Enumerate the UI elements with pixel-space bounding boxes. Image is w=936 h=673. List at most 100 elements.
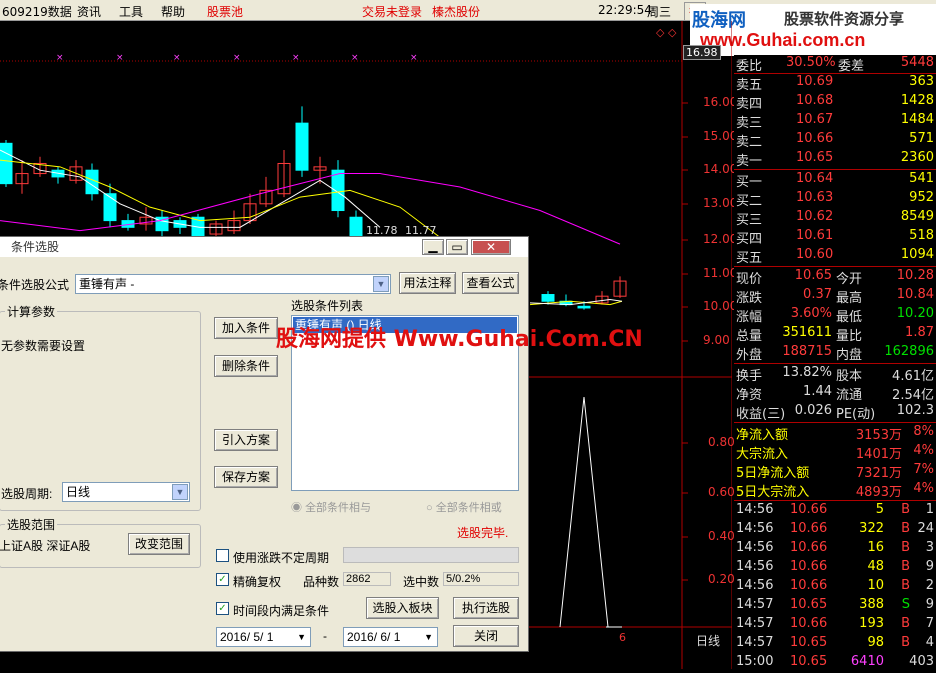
close-button[interactable]: 关闭 (453, 625, 519, 647)
delete-condition-button[interactable]: 删除条件 (214, 355, 278, 377)
tick-row: 14:57 10.66 193 B 7 (734, 616, 936, 634)
bottom-num: 6 (619, 631, 626, 644)
candle-down (103, 193, 117, 222)
save-scheme-button[interactable]: 保存方案 (214, 466, 278, 488)
formula-select[interactable]: 重锤有声 - ▼ (75, 274, 391, 294)
tick-count: 2 (925, 578, 934, 593)
radio-all-and[interactable]: ◉ 全部条件相与 (291, 499, 371, 515)
ask-price: 10.69 (796, 74, 834, 89)
stat-label: 涨跌 (736, 291, 763, 306)
top-marker: × (292, 53, 300, 63)
tick-volume: 388 (859, 597, 884, 612)
stat-label-2: 最高 (836, 291, 863, 306)
tick-side: B (901, 635, 910, 650)
ask-volume: 571 (909, 131, 934, 146)
tick-row: 14:57 10.65 388 S 9 (734, 597, 936, 615)
period-satisfy-checkbox[interactable]: ✓ (216, 602, 229, 615)
top-marker: × (351, 53, 359, 63)
bid-volume: 1094 (900, 247, 934, 262)
stat-value-2: 1.87 (905, 325, 934, 340)
change-range-button[interactable]: 改变范围 (128, 533, 190, 555)
flow-value: 3153万 (855, 428, 902, 443)
radio-all-or[interactable]: ○ 全部条件相或 (426, 499, 502, 515)
menu-item-stock-pool[interactable]: 股票池 (207, 3, 243, 20)
ask-label: 卖二 (736, 135, 763, 150)
date-from-input[interactable]: 2016/ 5/ 1 ▼ (216, 627, 311, 647)
menu-item-info[interactable]: 资讯 (77, 3, 101, 20)
tick-count: 9 (925, 597, 934, 612)
menu-item-tools[interactable]: 工具 (119, 3, 143, 20)
stock-name: 榛杰股份 (432, 5, 481, 19)
bid-volume: 952 (909, 190, 934, 205)
watermark-center: 股海网提供 Www.Guhai.Com.CN (276, 327, 643, 352)
stat-value-2: 162896 (884, 344, 934, 359)
top-marker: × (410, 53, 418, 63)
tick-row: 14:56 10.66 5 B 1 (734, 502, 936, 520)
stat-label-2: 流通 (836, 388, 863, 403)
ask-label: 卖四 (736, 97, 763, 112)
condition-select-dialog[interactable]: 条件选股 ▁ ▭ ✕ 条件选股公式 重锤有声 - ▼ 用法注释 查看公式 计算参… (0, 236, 529, 652)
bid-row: 买二 10.63 952 (734, 190, 936, 209)
trade-status[interactable]: 交易未登录 (362, 3, 422, 20)
stat-label: 外盘 (736, 348, 763, 363)
candle-down (331, 169, 345, 212)
tick-time: 14:56 (736, 559, 774, 574)
period-label[interactable]: 日线 (696, 632, 720, 649)
run-select-button[interactable]: 执行选股 (453, 597, 519, 619)
bid-price: 10.61 (796, 228, 834, 243)
period-select[interactable]: 日线 ▼ (62, 482, 190, 502)
stat-row: 总量 351611 量比 1.87 (734, 325, 936, 344)
stat-label-2: PE(动) (836, 407, 876, 422)
chevron-down-icon: ▼ (172, 484, 188, 500)
to-board-button[interactable]: 选股入板块 (366, 597, 439, 619)
bid-volume: 541 (909, 171, 934, 186)
usage-notes-button[interactable]: 用法注释 (399, 272, 456, 294)
view-formula-button[interactable]: 查看公式 (462, 272, 519, 294)
precise-checkbox[interactable]: ✓ (216, 573, 229, 586)
stat-label: 收益(三) (736, 407, 786, 422)
stat-label-2: 最低 (836, 310, 863, 325)
date-to-input[interactable]: 2016/ 6/ 1 ▼ (343, 627, 438, 647)
tick-volume: 48 (867, 559, 884, 574)
flow-label: 净流入额 (736, 428, 789, 443)
ask-volume: 2360 (900, 150, 934, 165)
menu-item-help[interactable]: 帮助 (161, 3, 185, 20)
tick-price: 10.66 (790, 521, 828, 536)
tick-row: 14:56 10.66 10 B 2 (734, 578, 936, 596)
wei-label: 委比 (736, 59, 763, 74)
tick-side: S (901, 597, 910, 612)
tick-side: B (901, 578, 910, 593)
progress-bar (343, 547, 519, 563)
radio-all-or-label: 全部条件相或 (435, 502, 502, 514)
tick-row: 15:00 10.65 6410 403 (734, 654, 936, 672)
bid-volume: 8549 (900, 209, 934, 224)
stat-row: 涨幅 3.60% 最低 10.20 (734, 306, 936, 325)
candle-down (0, 142, 13, 185)
stat-value: 0.37 (803, 287, 832, 302)
wei-ratio: 30.50% (786, 55, 836, 70)
tick-volume: 322 (859, 521, 884, 536)
ma5-line (0, 149, 381, 228)
tick-price: 10.66 (790, 578, 828, 593)
tick-time: 14:56 (736, 502, 774, 517)
selected-label: 选中数 (403, 575, 440, 589)
stat-label-2: 股本 (836, 369, 863, 384)
flow-pct: 8% (913, 424, 934, 439)
bid-row: 买五 10.60 1094 (734, 247, 936, 266)
stat-value-2: 2.54亿 (892, 388, 934, 403)
ask-volume: 1428 (900, 93, 934, 108)
clock-time: 22:29:54 (598, 3, 652, 17)
close-icon[interactable]: ✕ (471, 239, 511, 255)
use-limit-checkbox[interactable]: ✓ (216, 549, 229, 562)
stat-row: 净资 1.44 流通 2.54亿 (734, 384, 936, 403)
add-condition-button[interactable]: 加入条件 (214, 317, 278, 339)
minimize-button[interactable]: ▁ (422, 239, 444, 255)
stat-label: 换手 (736, 369, 763, 384)
stat-value: 0.026 (794, 403, 832, 418)
import-scheme-button[interactable]: 引入方案 (214, 429, 278, 451)
top-marker: × (173, 53, 181, 63)
tick-price: 10.66 (790, 540, 828, 555)
maximize-button[interactable]: ▭ (446, 239, 468, 255)
candle-down (295, 122, 309, 171)
bid-label: 买三 (736, 213, 763, 228)
